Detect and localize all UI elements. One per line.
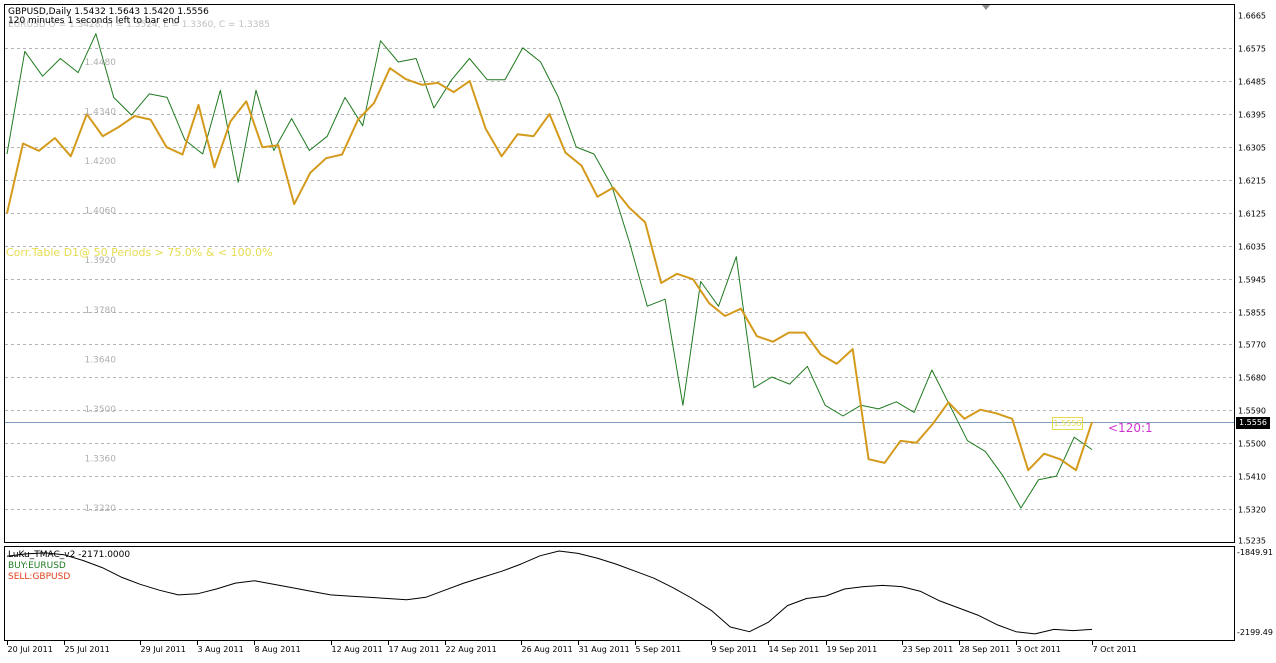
y-tick-label-left: 1.4200 [85,157,117,167]
y-tick-label-right: 1.6035 [1238,243,1266,252]
y-tick-label-left: 1.3640 [85,355,117,365]
y-tick-label-right: 1.5770 [1238,341,1266,350]
y-tick-label-left: 1.4340 [85,108,117,118]
x-tick-label: 3 Aug 2011 [198,645,244,654]
y-tick-label-right: 1.5855 [1238,309,1266,318]
y-tick-label-right: 1.6305 [1238,144,1266,153]
chart-window: 1.6665 1.6575 1.6485 1.6395 1.6305 1.6215 1.61… [0,0,1276,659]
y-tick-label-right: 1.5680 [1238,374,1266,383]
current-price-label: 1.5556 [1236,417,1270,429]
x-tick-label: 26 Aug 2011 [522,645,573,654]
x-tick-label: 25 Jul 2011 [65,645,110,654]
y-tick-label-left: 1.3500 [85,405,117,415]
x-tick-label: 19 Sep 2011 [827,645,878,654]
y-tick-label-right: 1.5590 [1238,407,1266,416]
y-tick-label-right: 1.5945 [1238,276,1266,285]
x-tick-label: 17 Aug 2011 [389,645,440,654]
x-tick-label: 23 Sep 2011 [903,645,954,654]
x-tick-label: 20 Jul 2011 [8,645,53,654]
y-tick-label-right: 1.6395 [1238,111,1266,120]
sell-label: SELL:GBPUSD [8,572,71,582]
indicator-y-top-label: -1849.91 [1237,548,1273,557]
y-tick-label-left: 1.3220 [85,504,117,514]
x-tick-label: 9 Sep 2011 [712,645,758,654]
indicator-title: LuKu_TMAC_v2 -2171.0000 [8,550,131,560]
sub-panel-frame [4,546,1235,641]
y-tick-label-right: 1.5320 [1238,506,1266,515]
chart-canvas: 1.6665 1.6575 1.6485 1.6395 1.6305 1.6215 1.61… [4,4,1266,654]
y-tick-label-right: 1.6665 [1238,12,1266,21]
y-tick-label-right: 1.6575 [1238,45,1266,54]
y-tick-label-right: 1.5410 [1238,473,1266,482]
y-tick-label-left: 1.4060 [85,207,117,217]
y-tick-label-right: 1.6485 [1238,78,1266,87]
ratio-label: <120:1 [1108,421,1153,435]
main-panel-frame [4,4,1235,543]
indicator-y-bottom-label: -2199.49 [1237,628,1273,637]
buy-label: BUY:EURUSD [8,561,66,571]
x-tick-label: 29 Jul 2011 [141,645,186,654]
price-marker-box: 1.5556 [1052,417,1083,430]
x-tick-label: 7 Oct 2011 [1093,645,1137,654]
timer-text: 120 minutes 1 seconds left to bar end [8,16,180,26]
correlation-text: Corr.Table D1@ 50 Periods > 75.0% & < 10… [6,246,273,259]
y-tick-label-left: 1.4480 [85,58,117,68]
x-tick-label: 31 Aug 2011 [579,645,630,654]
y-tick-label-left: 1.3360 [85,454,117,464]
x-tick-label: 22 Aug 2011 [446,645,497,654]
y-tick-label-right: 1.6125 [1238,210,1266,219]
x-tick-label: 12 Aug 2011 [332,645,383,654]
x-tick-label: 8 Aug 2011 [255,645,301,654]
y-tick-label-right: 1.5500 [1238,440,1266,449]
y-tick-label-left: 1.3780 [85,306,117,316]
x-tick-label: 14 Sep 2011 [769,645,820,654]
x-tick-label: 3 Oct 2011 [1017,645,1061,654]
x-tick-label: 5 Sep 2011 [636,645,682,654]
y-tick-label-right: 1.6215 [1238,177,1266,186]
x-tick-label: 28 Sep 2011 [960,645,1011,654]
y-tick-label-right: 1.5235 [1238,537,1266,546]
